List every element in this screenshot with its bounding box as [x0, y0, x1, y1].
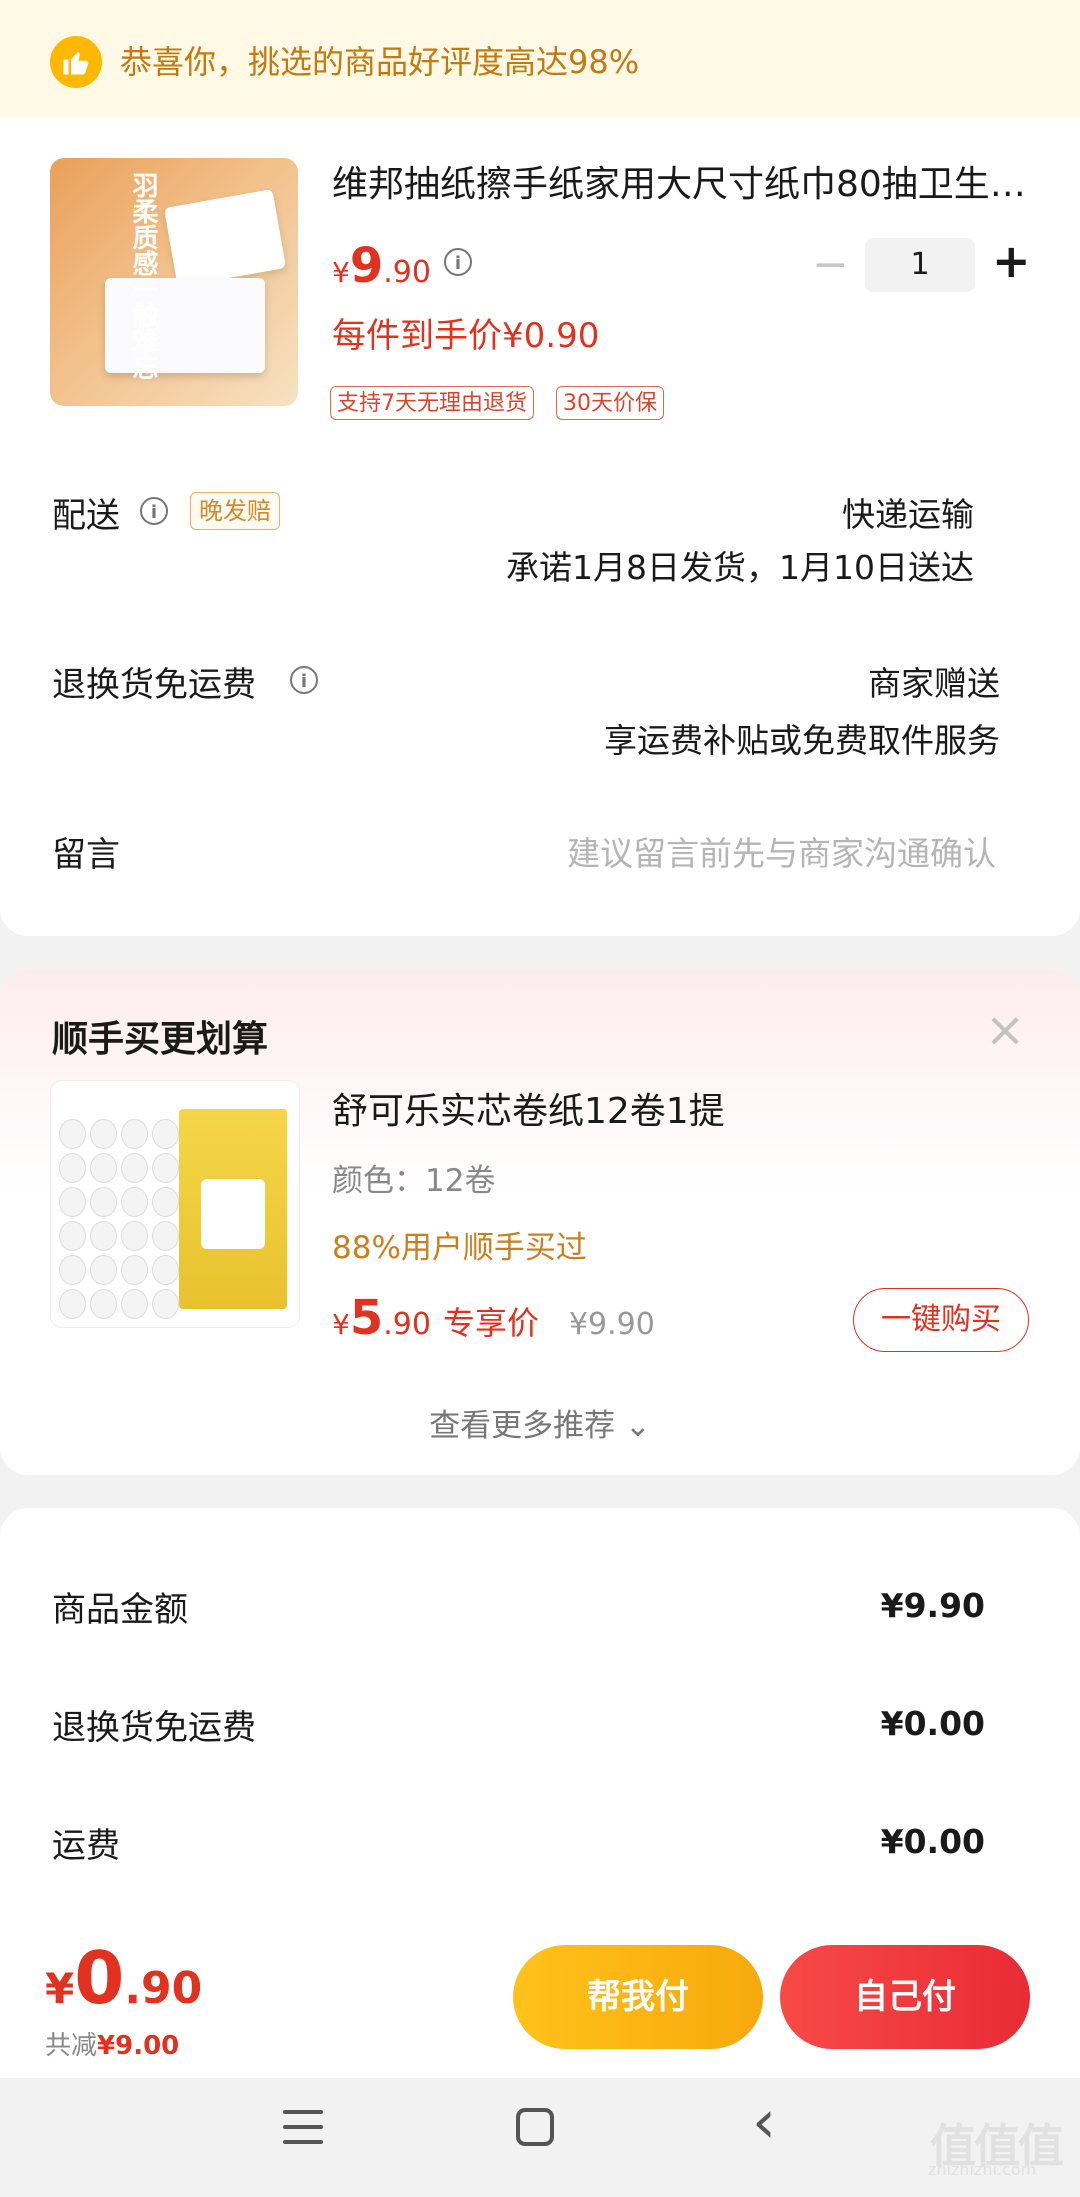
quantity-decrease-button[interactable]: − — [812, 243, 849, 287]
close-icon[interactable]: × — [985, 1005, 1025, 1055]
recent-apps-icon[interactable] — [283, 2110, 323, 2155]
product-price: ¥9.90 — [332, 238, 431, 294]
tag-7day-return: 支持7天无理由退货 — [330, 386, 534, 420]
quantity-increase-button[interactable]: + — [992, 235, 1031, 287]
addon-section-title: 顺手买更划算 — [52, 1019, 269, 1060]
return-shipping-value: 商家赠送 — [868, 664, 1000, 703]
summary-label-goods: 商品金额 — [52, 1590, 188, 1630]
thumbs-up-icon — [50, 36, 102, 88]
summary-value-return: ¥0.00 — [880, 1704, 985, 1743]
addon-product-title[interactable]: 舒可乐实芯卷纸12卷1提 — [332, 1082, 725, 1134]
one-click-buy-button[interactable]: 一键购买 — [853, 1288, 1029, 1352]
product-image-text: 羽柔质感一触难忘 — [128, 172, 158, 380]
return-shipping-label: 退换货免运费 — [52, 665, 256, 705]
self-pay-button[interactable]: 自己付 — [780, 1945, 1030, 2049]
unit-price: 每件到手价¥0.90 — [332, 316, 600, 356]
return-shipping-info-icon[interactable]: i — [290, 666, 318, 694]
addon-product-price: ¥5.90 专享价 ¥9.90 — [332, 1290, 655, 1346]
addon-product-image[interactable] — [50, 1080, 300, 1328]
tag-price-protection: 30天价保 — [556, 386, 664, 420]
product-title[interactable]: 维邦抽纸擦手纸家用大尺寸纸巾80抽卫生… — [332, 160, 1032, 210]
summary-label-return: 退换货免运费 — [52, 1708, 256, 1748]
product-image[interactable]: 羽柔质感一触难忘 — [50, 158, 298, 406]
banner-text: 恭喜你，挑选的商品好评度高达98% — [120, 43, 640, 81]
late-compensation-badge: 晚发赔 — [190, 492, 280, 530]
addon-bought-stat: 88%用户顺手买过 — [332, 1230, 587, 1266]
message-input[interactable]: 建议留言前先与商家沟通确认 — [567, 827, 996, 875]
delivery-promise: 承诺1月8日发货，1月10日送达 — [506, 548, 974, 587]
addon-product-color: 颜色：12卷 — [332, 1163, 496, 1199]
exclusive-price-label: 专享价 — [442, 1304, 539, 1342]
original-price: ¥9.90 — [568, 1307, 655, 1342]
return-shipping-desc: 享运费补贴或免费取件服务 — [604, 721, 1000, 760]
delivery-label: 配送 — [52, 496, 120, 536]
help-pay-button[interactable]: 帮我付 — [513, 1945, 763, 2049]
price-info-icon[interactable]: i — [444, 248, 472, 276]
total-saved: 共减¥9.00 — [45, 2031, 180, 2061]
message-label: 留言 — [52, 835, 120, 875]
total-price: ¥0.90 — [45, 1936, 203, 2020]
quantity-input[interactable]: 1 — [865, 238, 975, 292]
back-icon[interactable]: ‹ — [752, 2092, 776, 2152]
delivery-method[interactable]: 快递运输 — [842, 488, 974, 536]
more-recommendations-link[interactable]: 查看更多推荐 ⌄ — [0, 1400, 1080, 1445]
summary-value-goods: ¥9.90 — [880, 1586, 985, 1625]
summary-label-shipping: 运费 — [52, 1826, 120, 1866]
watermark-url: zhizhizhi.com — [928, 2160, 1037, 2179]
home-icon[interactable] — [516, 2108, 554, 2146]
summary-value-shipping: ¥0.00 — [880, 1822, 985, 1861]
delivery-info-icon[interactable]: i — [140, 497, 168, 525]
